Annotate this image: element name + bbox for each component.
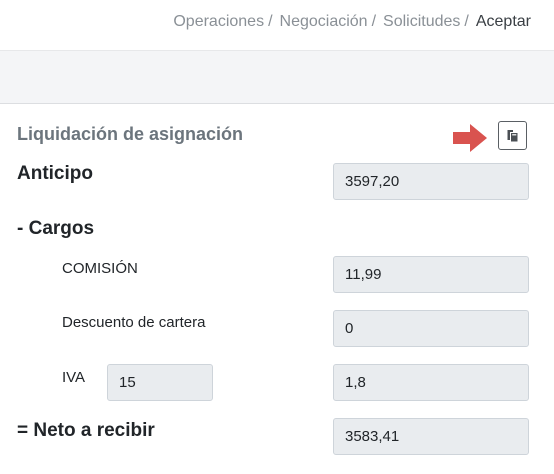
comision-field[interactable]: 11,99	[333, 256, 529, 293]
breadcrumb-item-negociacion[interactable]: Negociación	[280, 13, 368, 31]
breadcrumb: Operaciones / Negociación / Solicitudes …	[0, 0, 554, 44]
descuento-label: Descuento de cartera	[62, 314, 206, 331]
anticipo-field[interactable]: 3597,20	[333, 163, 529, 200]
comision-label: COMISIÓN	[62, 260, 138, 277]
toolbar-band	[0, 50, 554, 104]
iva-label: IVA	[62, 369, 86, 386]
descuento-field[interactable]: 0	[333, 310, 529, 347]
breadcrumb-item-solicitudes[interactable]: Solicitudes	[383, 13, 460, 31]
copy-icon	[507, 130, 518, 142]
breadcrumb-item-operaciones[interactable]: Operaciones	[173, 13, 264, 31]
iva-value-field[interactable]: 1,8	[333, 364, 529, 401]
breadcrumb-separator: /	[371, 13, 377, 30]
section-title: Liquidación de asignación	[17, 124, 244, 144]
anticipo-label: Anticipo	[17, 163, 93, 184]
breadcrumb-current: Aceptar	[475, 13, 531, 30]
copy-button[interactable]	[498, 121, 527, 150]
breadcrumb-separator: /	[464, 13, 469, 30]
cargos-label: - Cargos	[17, 218, 95, 239]
neto-label: = Neto a recibir	[17, 420, 155, 441]
neto-field[interactable]: 3583,41	[333, 418, 529, 455]
arrow-right-icon	[453, 124, 487, 152]
breadcrumb-separator: /	[268, 13, 273, 30]
iva-rate-field[interactable]: 15	[107, 364, 213, 401]
